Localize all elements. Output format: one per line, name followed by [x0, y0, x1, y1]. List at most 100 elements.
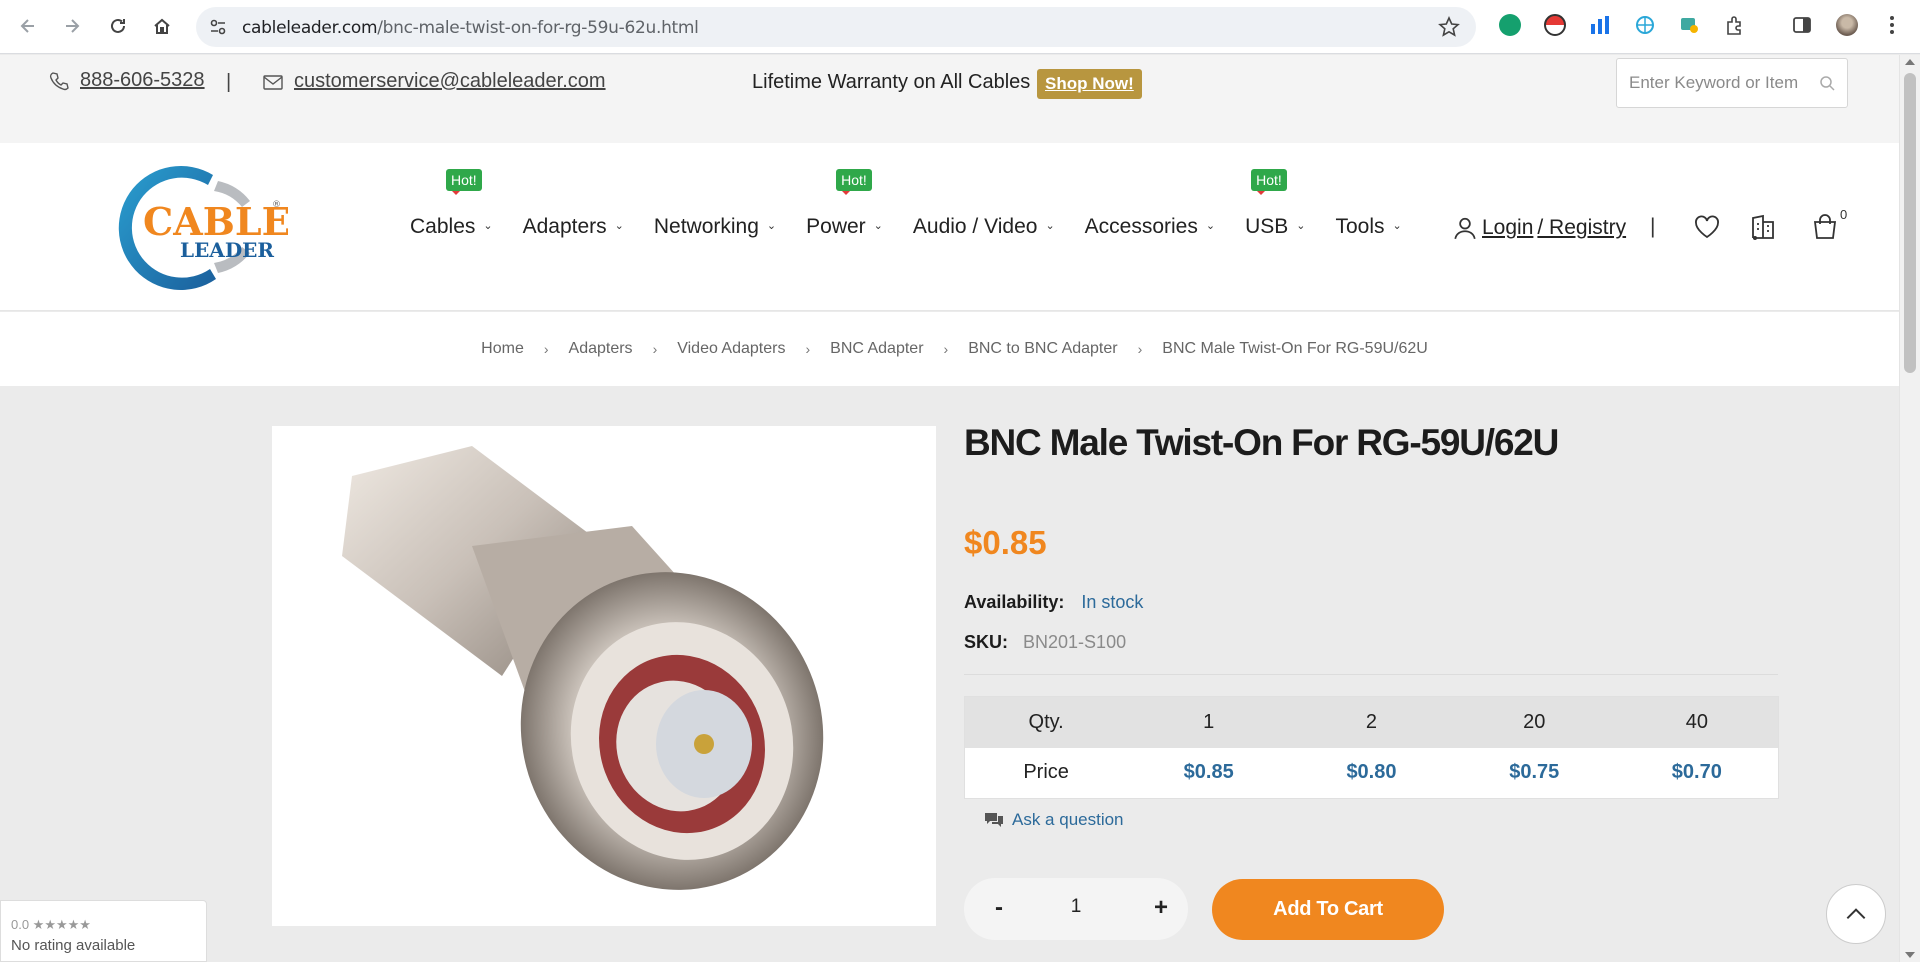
table-cell: $0.75: [1509, 761, 1560, 784]
decrease-quantity-button[interactable]: -: [984, 894, 1014, 922]
forward-button[interactable]: [58, 12, 86, 40]
rating-text: No rating available: [11, 937, 136, 954]
back-to-top-button[interactable]: [1826, 884, 1886, 944]
breadcrumb-home[interactable]: Home: [481, 340, 524, 358]
login-registry-link[interactable]: Login / Registry: [1452, 215, 1626, 241]
login-link[interactable]: Login: [1482, 216, 1533, 240]
scroll-down-arrow[interactable]: [1905, 952, 1915, 958]
arrow-left-icon: [20, 19, 34, 33]
main-menu: Hot! Cables ⌄ Adapters ⌄ Networking ⌄ Ho…: [410, 169, 1432, 239]
top-info-bar: 888-606-5328 | customerservice@cablelead…: [0, 55, 1899, 143]
breadcrumb-video-adapters[interactable]: Video Adapters: [677, 340, 785, 358]
table-row: Qty. 1 2 20 40: [964, 696, 1779, 748]
bookmark-star-icon[interactable]: [1438, 16, 1460, 38]
chevron-down-icon: ⌄: [1296, 219, 1306, 232]
browser-menu-icon[interactable]: [1880, 13, 1904, 37]
address-bar[interactable]: cableleader.com/bnc-male-twist-on-for-rg…: [196, 7, 1476, 47]
email-link[interactable]: customerservice@cableleader.com: [262, 70, 606, 93]
chevron-down-icon: ⌄: [1045, 219, 1055, 232]
url-text: cableleader.com/bnc-male-twist-on-for-rg…: [242, 18, 699, 38]
search-extension-icon[interactable]: [1678, 13, 1702, 37]
product-image[interactable]: [272, 426, 936, 926]
rating-score: 0.0 ★★★★★: [11, 917, 91, 932]
chart-extension-icon[interactable]: [1588, 13, 1612, 37]
availability-label: Availability:: [964, 592, 1065, 612]
cart-bag-icon[interactable]: [1810, 212, 1840, 242]
back-button[interactable]: [14, 12, 42, 40]
menu-networking[interactable]: Networking ⌄: [654, 215, 776, 239]
menu-accessories[interactable]: Accessories ⌄: [1085, 215, 1215, 239]
ask-question-link[interactable]: Ask a question: [984, 810, 1124, 830]
site-settings-icon[interactable]: [208, 17, 228, 37]
add-to-cart-button[interactable]: Add To Cart: [1212, 879, 1444, 940]
grammarly-extension-icon[interactable]: [1498, 13, 1522, 37]
chevron-right-icon: ›: [1137, 341, 1143, 357]
reload-button[interactable]: [104, 12, 132, 40]
table-cell: $0.85: [1183, 761, 1234, 784]
quantity-input[interactable]: [1034, 896, 1118, 918]
divider: [964, 674, 1778, 675]
search-icon[interactable]: [1819, 75, 1835, 91]
menu-power[interactable]: Hot! Power ⌄: [806, 169, 883, 239]
registry-link[interactable]: / Registry: [1537, 216, 1626, 240]
scroll-up-arrow[interactable]: [1905, 59, 1915, 65]
menu-tools[interactable]: Tools ⌄: [1335, 215, 1401, 239]
search-box[interactable]: [1616, 58, 1848, 108]
menu-cables[interactable]: Hot! Cables ⌄: [410, 169, 493, 239]
ask-question-text[interactable]: Ask a question: [1012, 810, 1124, 830]
header-separator: |: [1650, 215, 1656, 238]
home-button[interactable]: [148, 12, 176, 40]
menu-label: Adapters: [522, 215, 607, 238]
quantity-stepper: - +: [964, 878, 1188, 940]
svg-text:LEADER: LEADER: [180, 238, 274, 262]
page-scrollbar[interactable]: [1899, 55, 1920, 962]
url-host: cableleader.com: [242, 18, 378, 38]
user-icon: [1454, 217, 1476, 240]
availability-value: In stock: [1081, 592, 1144, 612]
breadcrumb-bnc-adapter[interactable]: BNC Adapter: [830, 340, 923, 358]
sku-label: SKU:: [964, 632, 1008, 652]
phone-number[interactable]: 888-606-5328: [80, 69, 205, 92]
rating-widget[interactable]: 0.0 ★★★★★ No rating available: [0, 900, 207, 962]
breadcrumb-adapters[interactable]: Adapters: [569, 340, 633, 358]
email-address[interactable]: customerservice@cableleader.com: [294, 70, 606, 93]
shop-now-button[interactable]: Shop Now!: [1037, 69, 1142, 99]
sku-value: BN201-S100: [1023, 632, 1127, 652]
hot-badge: Hot!: [836, 169, 872, 195]
chevron-down-icon: ⌄: [614, 219, 624, 232]
increase-quantity-button[interactable]: +: [1146, 894, 1176, 922]
network-extension-icon[interactable]: [1633, 13, 1657, 37]
envelope-icon: [263, 74, 283, 90]
cart-count-badge: 0: [1840, 207, 1848, 222]
cable-leader-logo[interactable]: CABLE LEADER ®: [118, 161, 288, 291]
menu-adapters[interactable]: Adapters ⌄: [523, 215, 624, 239]
extensions-puzzle-icon[interactable]: [1723, 13, 1747, 37]
menu-usb[interactable]: Hot! USB ⌄: [1245, 169, 1306, 239]
chevron-right-icon: ›: [543, 341, 549, 357]
price-header: Price: [1023, 761, 1069, 784]
reload-icon: [111, 18, 125, 33]
scrollbar-thumb[interactable]: [1904, 73, 1916, 373]
phone-link[interactable]: 888-606-5328: [48, 69, 205, 92]
search-input[interactable]: [1629, 73, 1809, 93]
menu-label: Tools: [1335, 215, 1385, 238]
breadcrumb-bnc-to-bnc[interactable]: BNC to BNC Adapter: [968, 340, 1117, 358]
pokeball-extension-icon[interactable]: [1543, 13, 1567, 37]
qty-header: Qty.: [1028, 710, 1064, 733]
chevron-down-icon: ⌄: [1392, 219, 1402, 232]
phone-icon: [49, 71, 69, 90]
menu-label: USB: [1245, 215, 1289, 238]
hot-badge: Hot!: [1251, 169, 1287, 195]
side-panel-icon[interactable]: [1790, 13, 1814, 37]
table-cell: 2: [1365, 710, 1378, 733]
compare-icon[interactable]: [1748, 212, 1778, 242]
menu-label: Audio / Video: [912, 215, 1038, 238]
profile-avatar-icon[interactable]: [1835, 13, 1859, 37]
menu-audio-video[interactable]: Audio / Video ⌄: [913, 215, 1055, 239]
table-row: Price $0.85 $0.80 $0.75 $0.70: [964, 747, 1779, 799]
topbar-separator: |: [226, 71, 232, 93]
product-title: BNC Male Twist-On For RG-59U/62U: [964, 422, 1559, 463]
wishlist-heart-icon[interactable]: [1692, 212, 1722, 242]
table-cell: 40: [1685, 710, 1708, 733]
home-icon: [154, 18, 170, 34]
